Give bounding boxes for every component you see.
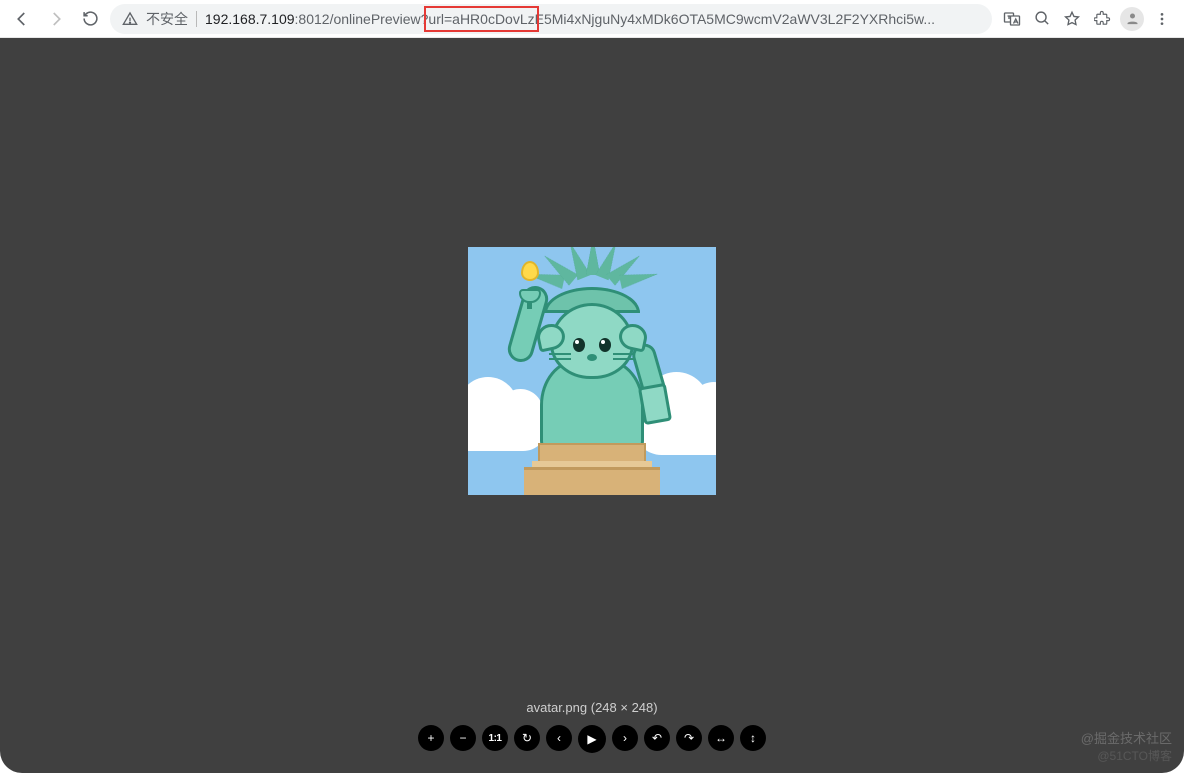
address-bar[interactable]: 不安全 192.168.7.109:8012/onlinePreview?url… [110, 4, 992, 34]
profile-icon [1120, 7, 1144, 31]
prev-button[interactable]: ‹ [546, 725, 572, 751]
back-button[interactable] [8, 5, 36, 33]
bookmark-button[interactable] [1058, 5, 1086, 33]
image-caption: avatar.png (248 × 248) [0, 700, 1184, 715]
illustration-pedestal [524, 443, 660, 495]
zoom-icon [1034, 10, 1051, 27]
menu-icon [1154, 11, 1170, 27]
url-text: 192.168.7.109:8012/onlinePreview?url=aHR… [205, 11, 980, 27]
chrome-right-icons [998, 5, 1176, 33]
zoom-in-button[interactable]: + [418, 725, 444, 751]
play-button[interactable]: ▶ [578, 725, 606, 753]
separator [196, 11, 197, 27]
actual-size-button[interactable]: 1:1 [482, 725, 508, 751]
insecure-label: 不安全 [146, 9, 188, 29]
rotate-button[interactable]: ↻ [514, 725, 540, 751]
back-icon [13, 10, 31, 28]
watermark: @掘金技术社区 @51CTO博客 [1081, 730, 1172, 765]
image-filename: avatar.png [526, 700, 587, 715]
translate-icon [1003, 10, 1021, 28]
redo-button[interactable]: ↷ [676, 725, 702, 751]
watermark-line: @掘金技术社区 [1081, 730, 1172, 748]
translate-button[interactable] [998, 5, 1026, 33]
image-dimensions: (248 × 248) [591, 700, 658, 715]
profile-button[interactable] [1118, 5, 1146, 33]
undo-button[interactable]: ↶ [644, 725, 670, 751]
browser-toolbar: 不安全 192.168.7.109:8012/onlinePreview?url… [0, 0, 1184, 38]
extensions-icon [1094, 10, 1111, 27]
forward-button[interactable] [42, 5, 70, 33]
warning-icon [122, 11, 138, 27]
next-button[interactable]: › [612, 725, 638, 751]
flip-horizontal-button[interactable]: ↔ [708, 725, 734, 751]
menu-button[interactable] [1148, 5, 1176, 33]
forward-icon [47, 10, 65, 28]
star-icon [1063, 10, 1081, 28]
preview-image[interactable] [468, 247, 716, 495]
extensions-button[interactable] [1088, 5, 1116, 33]
reload-icon [82, 10, 99, 27]
illustration-statue [507, 257, 677, 455]
reload-button[interactable] [76, 5, 104, 33]
image-viewer: avatar.png (248 × 248) + − 1:1 ↻ ‹ ▶ › ↶… [0, 38, 1184, 773]
viewer-toolbar: + − 1:1 ↻ ‹ ▶ › ↶ ↷ ↔ ↕ [418, 725, 766, 753]
zoom-button[interactable] [1028, 5, 1056, 33]
zoom-out-button[interactable]: − [450, 725, 476, 751]
flip-vertical-button[interactable]: ↕ [740, 725, 766, 751]
watermark-line: @51CTO博客 [1081, 748, 1172, 765]
